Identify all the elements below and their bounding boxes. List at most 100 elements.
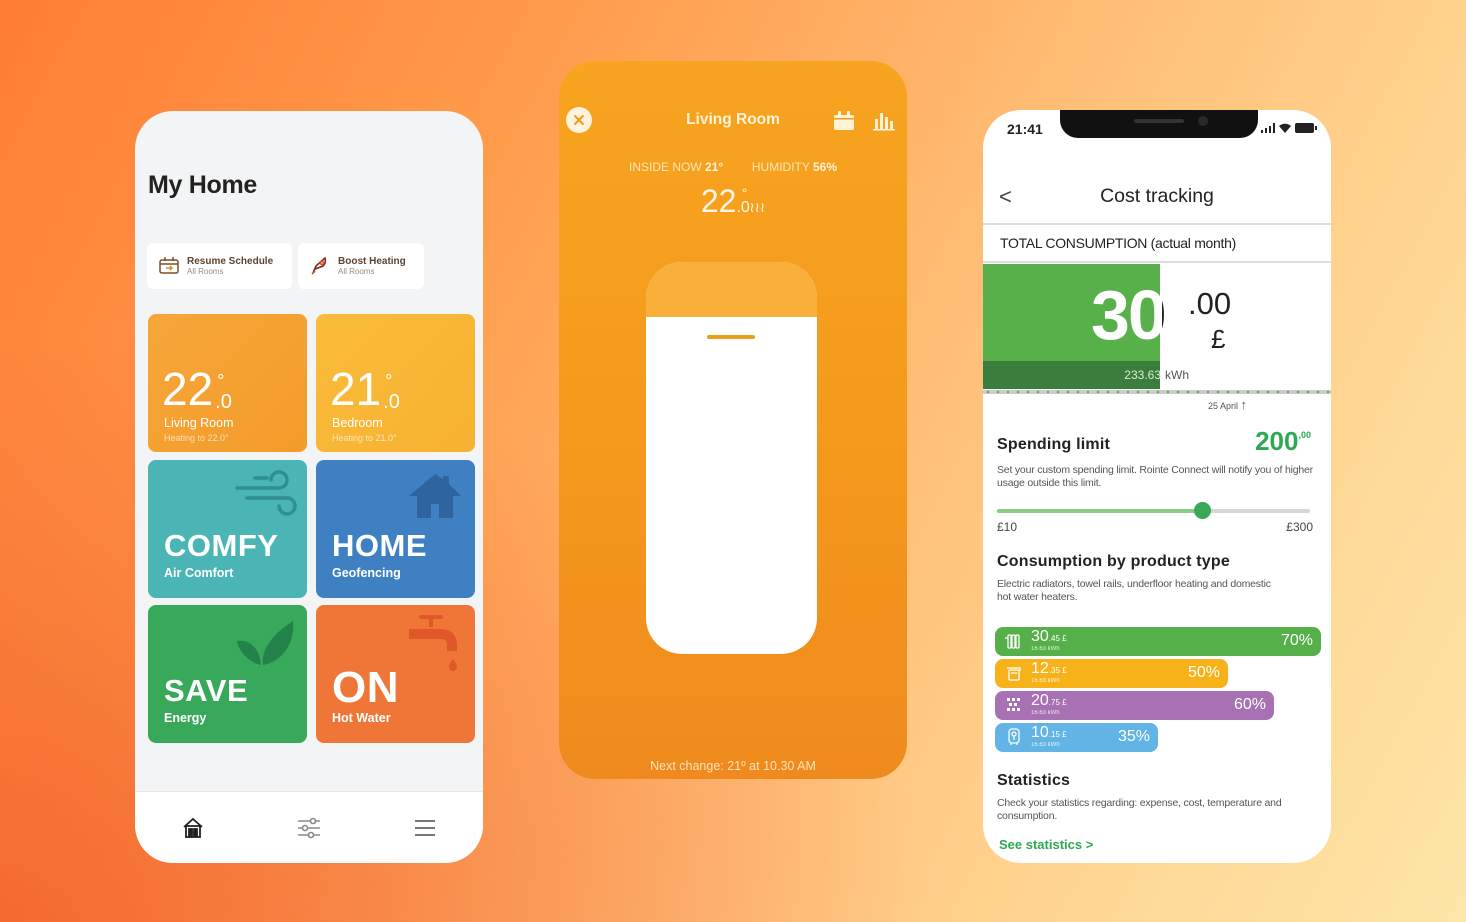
slider-max-label: £300 [1286, 520, 1313, 534]
radiator-icon [1005, 634, 1020, 649]
phone-cost-tracking: 21:41 < Cost tracking TOTAL CONSUMPTION … [983, 110, 1331, 863]
room-tile-living-room[interactable]: 22 .0 ° Living Room Heating to 22.0° [148, 314, 307, 452]
mode-tile-hot-water[interactable]: ON Hot Water [316, 605, 475, 743]
battery-icon [1295, 123, 1317, 133]
mode-title: SAVE [164, 673, 249, 708]
quick-action-label: Boost Heating [338, 256, 406, 267]
temp-integer: 21 [330, 363, 382, 415]
amount-cents: .35 £ [1048, 666, 1067, 675]
resume-schedule-button[interactable]: Resume Schedule All Rooms [147, 243, 292, 289]
spending-limit-desc: Set your custom spending limit. Rointe C… [997, 464, 1313, 489]
target-degree: ° [741, 185, 748, 201]
sliders-icon [298, 817, 320, 838]
temp-decimal: 0 [388, 391, 400, 413]
product-bars: 30.45 £ 16.63 kWh 70% 12.35 £ 16.63 kWh … [995, 627, 1323, 755]
bar-chart-icon[interactable] [873, 109, 895, 131]
date-label: 25 April [1208, 401, 1239, 411]
room-name: Bedroom [332, 416, 383, 430]
amount-cents: .15 £ [1048, 730, 1067, 739]
product-amount: 30.45 £ [1031, 628, 1067, 646]
mode-tile-save[interactable]: SAVE Energy [148, 605, 307, 743]
room-status: Heating to 21.0° [332, 433, 397, 443]
room-tile-bedroom[interactable]: 21 .0 ° Bedroom Heating to 21.0° [316, 314, 475, 452]
menu-icon [415, 819, 435, 836]
inside-unit: ° [718, 160, 724, 174]
boost-heating-button[interactable]: Boost Heating All Rooms [298, 243, 424, 289]
mode-label: Hot Water [332, 711, 391, 725]
mode-title: COMFY [164, 528, 279, 563]
heating-icon: ≀≀≀ [749, 199, 766, 215]
camera [1198, 116, 1208, 126]
phone-my-home: My Home Resume Schedule All Rooms Boost … [135, 111, 483, 863]
dial-handle[interactable] [707, 335, 755, 339]
temp-decimal: 0 [220, 391, 232, 413]
water-heater-icon [1008, 728, 1020, 745]
amount-int: 12 [1031, 660, 1049, 677]
statistics-title: Statistics [997, 772, 1071, 789]
page-title: Cost tracking [1100, 185, 1214, 207]
quick-action-sub: All Rooms [187, 267, 224, 276]
amount-int: 10 [1031, 724, 1049, 741]
mode-label: Energy [164, 711, 207, 725]
mode-tile-home[interactable]: HOME Geofencing [316, 460, 475, 598]
nav-menu[interactable] [405, 808, 445, 848]
inside-label: INSIDE NOW [628, 160, 702, 174]
spending-limit-value: 200,00 [1255, 426, 1311, 457]
product-bar-underfloor[interactable]: 20.75 £ 16.63 kWh 60% [995, 691, 1274, 720]
product-kwh: 16.63 kWh [1031, 742, 1060, 748]
room-status: Heating to 22.0° [164, 433, 229, 443]
total-amount: 30 [1091, 276, 1167, 354]
phone-thermostat: Living Room INSIDE NOW 21° HUMIDITY 56% … [559, 61, 907, 779]
product-percent: 50% [1187, 664, 1220, 681]
product-kwh: 16.63 kWh [1031, 710, 1060, 716]
faucet-icon [409, 615, 457, 671]
total-consumption-header: TOTAL CONSUMPTION (actual month) [983, 223, 1331, 263]
product-amount: 12.35 £ [1031, 660, 1067, 678]
statistics-desc: Check your statistics regarding: expense… [997, 797, 1282, 822]
wifi-icon [1279, 123, 1291, 133]
see-statistics-link[interactable]: See statistics > [999, 837, 1093, 852]
temperature-dial[interactable] [646, 262, 817, 654]
total-consumption-panel: 30 .00 £ 233.63 kWh [983, 264, 1331, 394]
degree-symbol: ° [385, 371, 393, 391]
humidity-unit: % [826, 160, 838, 174]
calendar-icon[interactable] [833, 111, 855, 131]
kwh-unit: kWh [1165, 368, 1189, 382]
room-readings: INSIDE NOW 21° HUMIDITY 56% [559, 160, 907, 174]
target-decimal: .0 [736, 199, 750, 216]
slider-knob[interactable] [1194, 502, 1212, 519]
spending-limit-slider[interactable] [997, 502, 1310, 519]
humidity-label: HUMIDITY [751, 160, 810, 174]
phone-notch [1060, 110, 1258, 138]
product-amount: 20.75 £ [1031, 692, 1067, 710]
consumption-by-type-desc: Electric radiators, towel rails, underfl… [997, 578, 1271, 603]
product-percent: 60% [1233, 696, 1266, 713]
amount-int: 20 [1031, 692, 1049, 709]
product-bar-water-heater[interactable]: 10.15 £ 16.63 kWh 35% [995, 723, 1158, 752]
timeline-track [983, 390, 1331, 394]
degree-symbol: ° [217, 371, 225, 391]
product-bar-radiator[interactable]: 30.45 £ 16.63 kWh 70% [995, 627, 1321, 656]
status-icons [1261, 123, 1317, 133]
product-percent: 70% [1280, 632, 1313, 649]
temp-decimal-wrap: .0 ° [215, 371, 232, 413]
room-temperature: 22 .0 ° [162, 366, 232, 412]
product-percent: 35% [1117, 728, 1150, 745]
room-name: Living Room [164, 416, 234, 430]
room-temperature: 21 .0 ° [330, 366, 400, 412]
quick-action-label: Resume Schedule [187, 256, 274, 267]
nav-settings[interactable] [289, 808, 329, 848]
quick-action-sub: All Rooms [338, 267, 375, 276]
consumption-by-type-title: Consumption by product type [997, 553, 1230, 570]
mode-tile-comfy[interactable]: COMFY Air Comfort [148, 460, 307, 598]
slider-fill [997, 509, 1203, 513]
status-time: 21:41 [1007, 121, 1043, 137]
leaf-icon [237, 621, 294, 665]
temp-decimal-wrap: .0 ° [383, 371, 400, 413]
product-bar-towel-rail[interactable]: 12.35 £ 16.63 kWh 50% [995, 659, 1228, 688]
nav-home[interactable] [173, 808, 213, 848]
amount-cents: .75 £ [1048, 698, 1067, 707]
calendar-resume-icon [159, 257, 179, 274]
amount-cents: .45 £ [1048, 634, 1067, 643]
wind-icon [235, 470, 297, 516]
